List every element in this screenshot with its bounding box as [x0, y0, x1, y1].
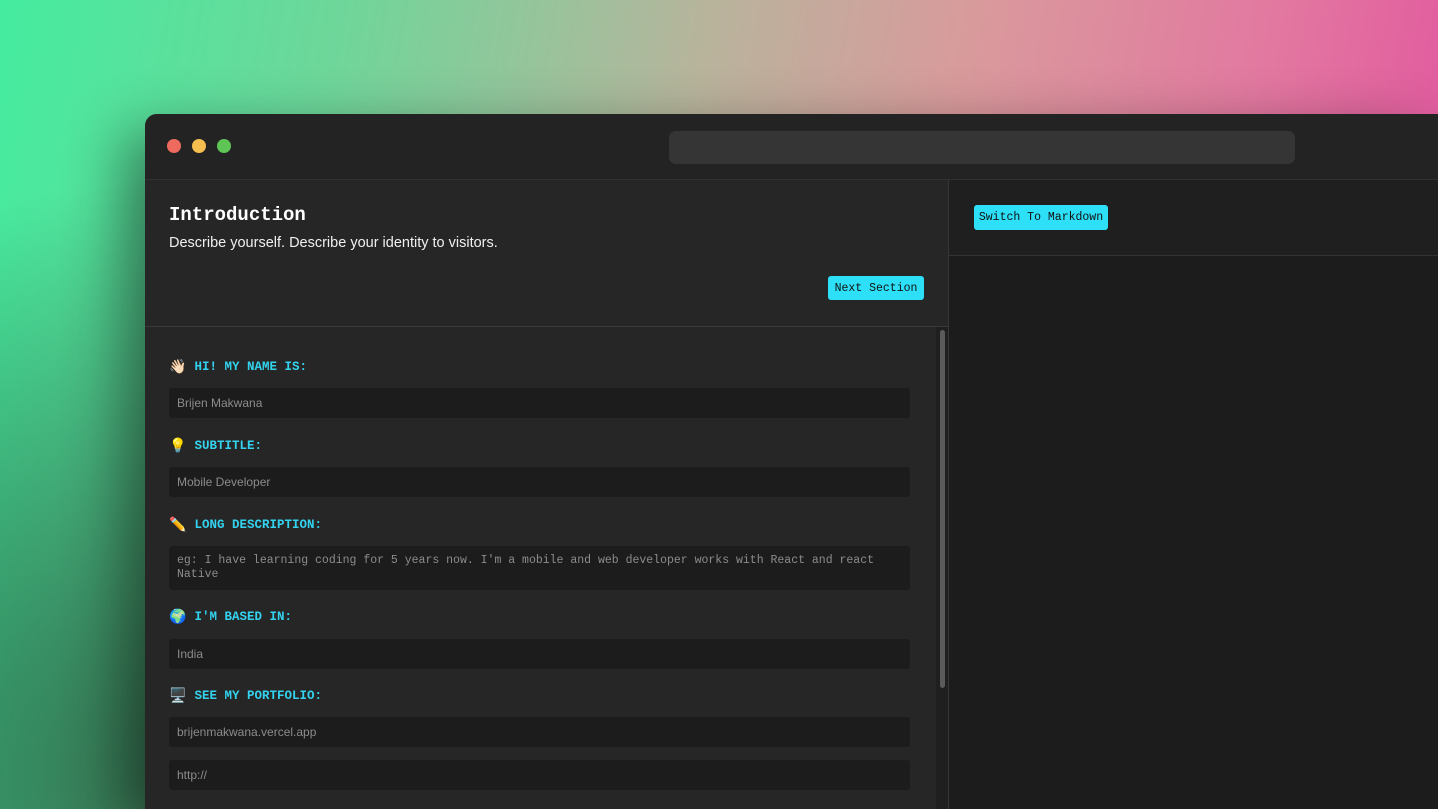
address-bar[interactable]	[669, 131, 1295, 164]
long-description-textarea[interactable]	[169, 546, 910, 590]
name-field-label: 👋🏻 HI! MY NAME IS:	[169, 359, 307, 375]
long-description-label-text: LONG DESCRIPTION:	[194, 518, 322, 532]
preview-header: Switch To Markdown	[949, 180, 1438, 256]
editor-pane: Introduction Describe yourself. Describe…	[145, 180, 948, 809]
based-in-input[interactable]	[169, 639, 910, 669]
desktop-computer-icon: 🖥️	[169, 688, 187, 704]
based-in-label-text: I'M BASED IN:	[194, 610, 292, 624]
next-section-button[interactable]: Next Section	[828, 276, 924, 300]
preview-pane: Switch To Markdown	[949, 180, 1438, 809]
close-window-button[interactable]	[167, 139, 181, 153]
section-description: Describe yourself. Describe your identit…	[169, 235, 498, 251]
subtitle-input[interactable]	[169, 467, 910, 497]
name-label-text: HI! MY NAME IS:	[194, 360, 307, 374]
globe-icon: 🌍	[169, 609, 187, 625]
form-scrollbar[interactable]	[936, 327, 948, 809]
light-bulb-icon: 💡	[169, 438, 187, 454]
waving-hand-icon: 👋🏻	[169, 359, 187, 375]
section-title: Introduction	[169, 204, 306, 226]
subtitle-label-text: SUBTITLE:	[194, 439, 262, 453]
portfolio-url-input[interactable]	[169, 760, 910, 790]
section-header: Introduction Describe yourself. Describe…	[145, 180, 948, 327]
subtitle-field-label: 💡 SUBTITLE:	[169, 438, 262, 454]
portfolio-field-label: 🖥️ SEE MY PORTFOLIO:	[169, 688, 322, 704]
pencil-icon: ✏️	[169, 517, 187, 533]
maximize-window-button[interactable]	[217, 139, 231, 153]
scrollbar-thumb[interactable]	[940, 330, 945, 688]
minimize-window-button[interactable]	[192, 139, 206, 153]
title-bar	[145, 114, 1438, 180]
switch-to-markdown-button[interactable]: Switch To Markdown	[974, 205, 1108, 230]
based-in-field-label: 🌍 I'M BASED IN:	[169, 609, 292, 625]
app-window: Introduction Describe yourself. Describe…	[145, 114, 1438, 809]
name-input[interactable]	[169, 388, 910, 418]
portfolio-title-input[interactable]	[169, 717, 910, 747]
long-description-field-label: ✏️ LONG DESCRIPTION:	[169, 517, 322, 533]
portfolio-label-text: SEE MY PORTFOLIO:	[194, 689, 322, 703]
introduction-form: 👋🏻 HI! MY NAME IS: 💡 SUBTITLE: ✏️ LONG D…	[145, 327, 935, 809]
